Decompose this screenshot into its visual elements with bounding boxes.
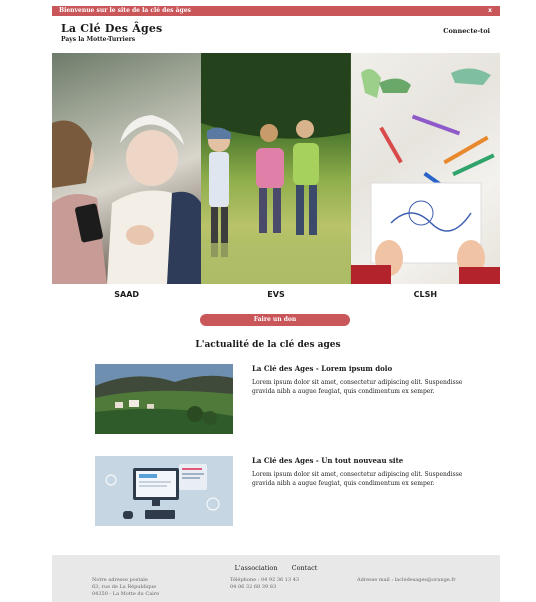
news-title[interactable]: La Clé des Ages - Lorem ipsum dolo	[252, 364, 392, 373]
saad-photo[interactable]	[52, 53, 202, 284]
news-section-title: L'actualité de la clé des ages	[195, 340, 341, 350]
address-line: Notre adresse postale	[92, 577, 148, 583]
phone-line: Téléphone : 04 92 36 13 43	[230, 577, 300, 583]
hero-gallery	[52, 53, 500, 284]
login-link[interactable]: Connecte-toi	[443, 27, 490, 35]
footer-phone: Téléphone : 04 92 36 13 43 04 06 32 68 3…	[230, 577, 299, 591]
website-illustration-thumbnail[interactable]	[95, 456, 233, 526]
address-line: 04350 - La Motte du Caire	[92, 591, 160, 597]
footer-email[interactable]: Adresse mail : lacledesages@orange.fr	[357, 577, 456, 583]
clsh-label[interactable]: CLSH	[351, 286, 500, 304]
footer-contact-link[interactable]: Contact	[292, 564, 318, 572]
news-excerpt: Lorem ipsum dolor sit amet, consectetur …	[252, 379, 463, 395]
news-item[interactable]: La Clé des Ages - Un tout nouveau site L…	[95, 456, 485, 530]
hero-labels: SAAD EVS CLSH	[52, 286, 500, 304]
welcome-banner: Bienvenue sur le site de la clé des âges…	[52, 6, 500, 16]
banner-message: Bienvenue sur le site de la clé des âges	[59, 7, 191, 14]
landscape-thumbnail[interactable]	[95, 364, 233, 434]
site-title[interactable]: La Clé Des Âges	[61, 22, 162, 35]
site-subtitle: Pays la Motte-Turriers	[61, 36, 136, 43]
evs-photo[interactable]	[201, 53, 351, 284]
footer-address: Notre adresse postale 63, rue de La Répu…	[92, 577, 159, 598]
footer-association-link[interactable]: L'association	[235, 564, 278, 572]
phone-line: 04 06 32 68 39 83	[230, 584, 277, 590]
saad-label[interactable]: SAAD	[52, 286, 201, 304]
address-line: 63, rue de La République	[92, 584, 157, 590]
donate-button[interactable]: Faire un don	[200, 314, 350, 326]
footer-links: L'association Contact	[52, 564, 500, 572]
clsh-photo[interactable]	[350, 53, 500, 284]
news-title[interactable]: La Clé des Ages - Un tout nouveau site	[252, 456, 403, 465]
news-excerpt: Lorem ipsum dolor sit amet, consectetur …	[252, 471, 463, 487]
site-footer: L'association Contact Notre adresse post…	[52, 555, 500, 602]
evs-label[interactable]: EVS	[201, 286, 350, 304]
site-header: La Clé Des Âges Pays la Motte-Turriers C…	[52, 16, 500, 52]
news-item[interactable]: La Clé des Ages - Lorem ipsum dolo Lorem…	[95, 364, 485, 438]
close-icon[interactable]: x	[488, 7, 492, 14]
